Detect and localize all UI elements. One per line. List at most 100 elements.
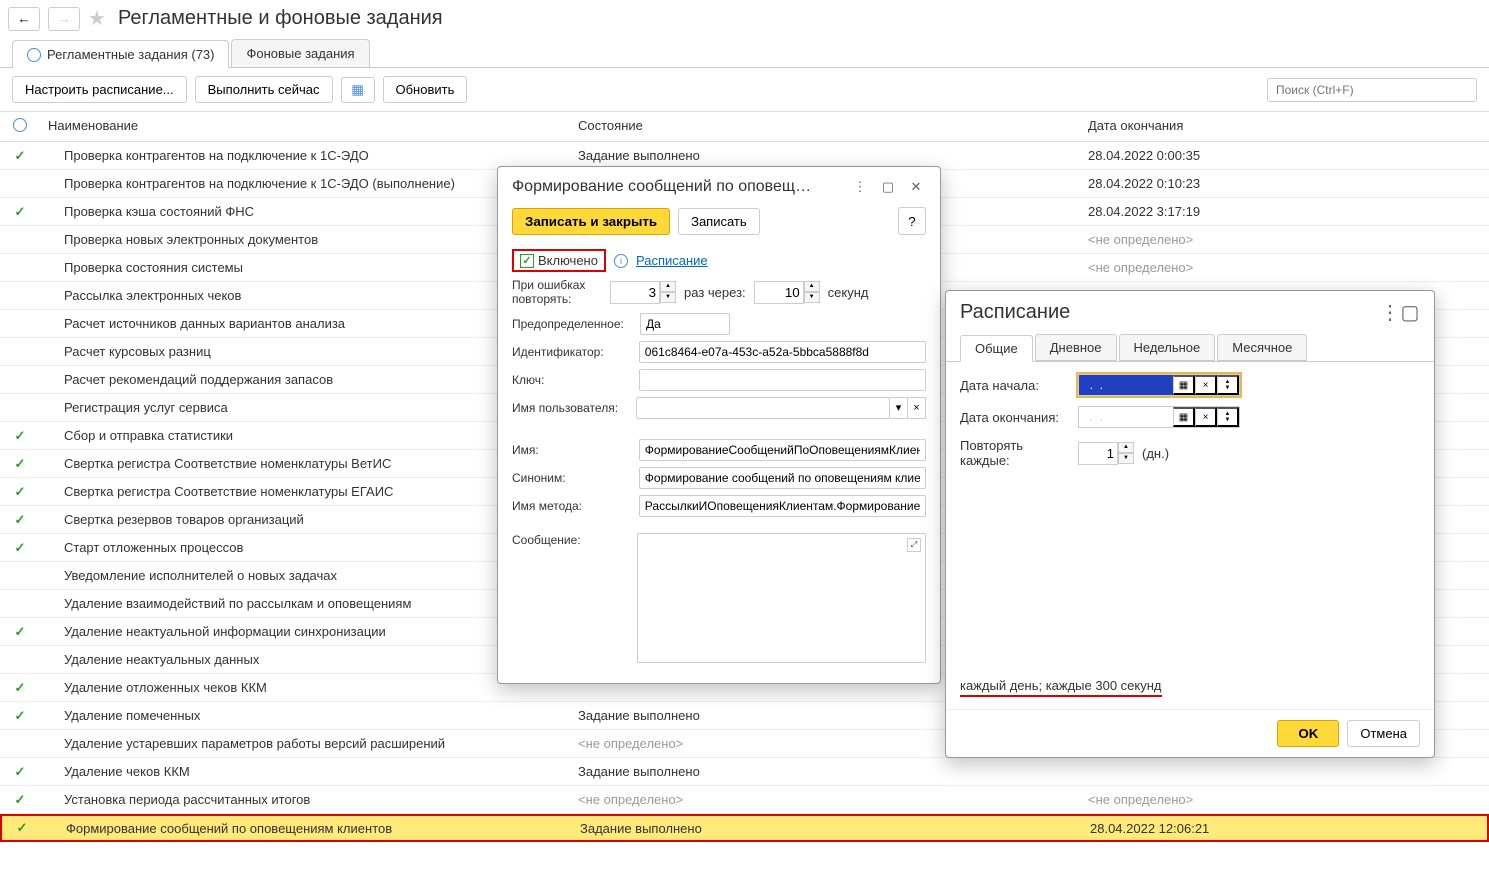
clear-icon[interactable]: × xyxy=(1195,375,1217,395)
execute-now-button[interactable]: Выполнить сейчас xyxy=(195,76,333,103)
repeat-unit: (дн.) xyxy=(1142,446,1169,461)
end-date-input-group: ▦ × ▲▼ xyxy=(1078,406,1240,428)
retry-count-input[interactable] xyxy=(610,281,660,304)
tab-monthly[interactable]: Месячное xyxy=(1217,334,1307,361)
end-date-field[interactable] xyxy=(1079,407,1173,427)
status-cell xyxy=(0,654,40,666)
main-tabs: Регламентные задания (73) Фоновые задани… xyxy=(0,39,1489,68)
calendar-icon[interactable]: ▦ xyxy=(1173,375,1195,395)
more-icon[interactable]: ⋮ xyxy=(1380,303,1400,323)
nav-back-button[interactable]: ← xyxy=(8,7,40,31)
name-cell: Удаление помеченных xyxy=(40,702,570,729)
spin-up-icon[interactable]: ▲▼ xyxy=(1217,407,1239,427)
schedule-summary: каждый день; каждые 300 секунд xyxy=(960,678,1162,697)
synonym-label: Синоним: xyxy=(512,471,631,485)
cancel-button[interactable]: Отмена xyxy=(1347,720,1420,747)
toolbar: Настроить расписание... Выполнить сейчас… xyxy=(0,68,1489,111)
col-name-header[interactable]: Наименование xyxy=(40,112,570,141)
name-cell: Удаление устаревших параметров работы ве… xyxy=(40,730,570,757)
user-field[interactable] xyxy=(636,397,890,419)
retry-sec-input[interactable] xyxy=(754,281,804,304)
tab-weekly[interactable]: Недельное xyxy=(1119,334,1216,361)
start-date-field[interactable] xyxy=(1079,375,1173,395)
status-cell: ✓ xyxy=(0,478,40,506)
configure-schedule-button[interactable]: Настроить расписание... xyxy=(12,76,187,103)
table-row[interactable]: ✓Удаление чеков ККМЗадание выполнено xyxy=(0,758,1489,786)
name-cell: Расчет источников данных вариантов анали… xyxy=(40,310,570,337)
spin-up-icon[interactable]: ▲▼ xyxy=(1217,375,1239,395)
id-field[interactable] xyxy=(639,341,926,363)
more-icon[interactable]: ⋮ xyxy=(850,177,870,197)
calendar-icon[interactable]: ▦ xyxy=(1173,407,1195,427)
status-cell xyxy=(0,374,40,386)
check-icon: ✓ xyxy=(15,540,26,555)
schedule-link[interactable]: Расписание xyxy=(636,253,708,268)
name-cell: Удаление чеков ККМ xyxy=(40,758,570,785)
spin-up-icon[interactable]: ▲ xyxy=(804,281,820,292)
state-cell: Задание выполнено xyxy=(570,758,1080,785)
refresh-button[interactable]: Обновить xyxy=(383,76,468,103)
message-textarea[interactable]: ⤢ xyxy=(637,533,926,663)
check-icon: ✓ xyxy=(15,204,26,219)
close-icon[interactable]: ✕ xyxy=(906,177,926,197)
repeat-input[interactable] xyxy=(1078,442,1118,465)
id-label: Идентификатор: xyxy=(512,345,631,359)
tab-scheduled-jobs[interactable]: Регламентные задания (73) xyxy=(12,40,229,68)
table-row[interactable]: ✓Формирование сообщений по оповещениям к… xyxy=(0,814,1489,842)
globe-icon xyxy=(13,118,27,132)
schedule-tabs: Общие Дневное Недельное Месячное xyxy=(946,334,1434,362)
repeat-spinner[interactable]: ▲▼ xyxy=(1078,442,1134,465)
method-field[interactable] xyxy=(639,495,926,517)
clear-icon[interactable]: × xyxy=(908,397,926,419)
status-cell xyxy=(0,738,40,750)
spin-down-icon[interactable]: ▼ xyxy=(1118,453,1134,464)
dropdown-icon[interactable]: ▾ xyxy=(890,397,908,419)
maximize-icon[interactable]: ▢ xyxy=(878,177,898,197)
name-cell: Удаление взаимодействий по рассылкам и о… xyxy=(40,590,570,617)
table-row[interactable]: ✓Установка периода рассчитанных итогов<н… xyxy=(0,786,1489,814)
search-input[interactable] xyxy=(1267,78,1477,102)
tab-daily[interactable]: Дневное xyxy=(1035,334,1117,361)
retry-sec-spinner[interactable]: ▲▼ xyxy=(754,281,820,304)
schedule-dialog-footer: OK Отмена xyxy=(946,709,1434,757)
synonym-field[interactable] xyxy=(639,467,926,489)
help-icon[interactable]: i xyxy=(614,254,628,268)
clear-icon[interactable]: × xyxy=(1195,407,1217,427)
save-and-close-button[interactable]: Записать и закрыть xyxy=(512,208,670,235)
tab-background-jobs[interactable]: Фоновые задания xyxy=(231,39,369,67)
save-button[interactable]: Записать xyxy=(678,208,760,235)
arrow-right-icon: → xyxy=(57,11,70,26)
help-button[interactable]: ? xyxy=(898,207,926,235)
col-date-header[interactable]: Дата окончания xyxy=(1080,112,1489,141)
maximize-icon[interactable]: ▢ xyxy=(1400,303,1420,323)
dialog-toolbar: Записать и закрыть Записать ? xyxy=(498,207,940,243)
status-cell: ✓ xyxy=(0,198,40,226)
expand-icon[interactable]: ⤢ xyxy=(907,538,921,552)
spin-down-icon[interactable]: ▼ xyxy=(804,292,820,303)
check-icon: ✓ xyxy=(15,428,26,443)
dialog-title: Формирование сообщений по оповещ… xyxy=(512,178,842,196)
page-title: Регламентные и фоновые задания xyxy=(118,7,443,30)
predef-field[interactable] xyxy=(640,313,730,335)
retry-count-spinner[interactable]: ▲▼ xyxy=(610,281,676,304)
key-label: Ключ: xyxy=(512,373,631,387)
dialog-title-text: Расписание xyxy=(960,301,1070,324)
spin-up-icon[interactable]: ▲ xyxy=(1118,442,1134,453)
status-cell: ✓ xyxy=(0,506,40,534)
name-field[interactable] xyxy=(639,439,926,461)
favorite-star-icon[interactable]: ★ xyxy=(88,6,106,31)
status-cell: ✓ xyxy=(0,674,40,702)
col-state-header[interactable]: Состояние xyxy=(570,112,1080,141)
key-field[interactable] xyxy=(639,369,926,391)
check-icon: ✓ xyxy=(15,456,26,471)
col-status-header[interactable] xyxy=(0,112,40,141)
tab-general[interactable]: Общие xyxy=(960,335,1033,362)
status-cell xyxy=(0,178,40,190)
nav-forward-button[interactable]: → xyxy=(48,7,80,31)
spin-down-icon[interactable]: ▼ xyxy=(660,292,676,303)
enabled-checkbox[interactable]: ✓ xyxy=(520,254,534,268)
ok-button[interactable]: OK xyxy=(1277,720,1339,747)
calendar-icon-button[interactable]: ▦ xyxy=(341,77,375,103)
name-cell: Свертка регистра Соответствие номенклату… xyxy=(40,478,570,505)
spin-up-icon[interactable]: ▲ xyxy=(660,281,676,292)
